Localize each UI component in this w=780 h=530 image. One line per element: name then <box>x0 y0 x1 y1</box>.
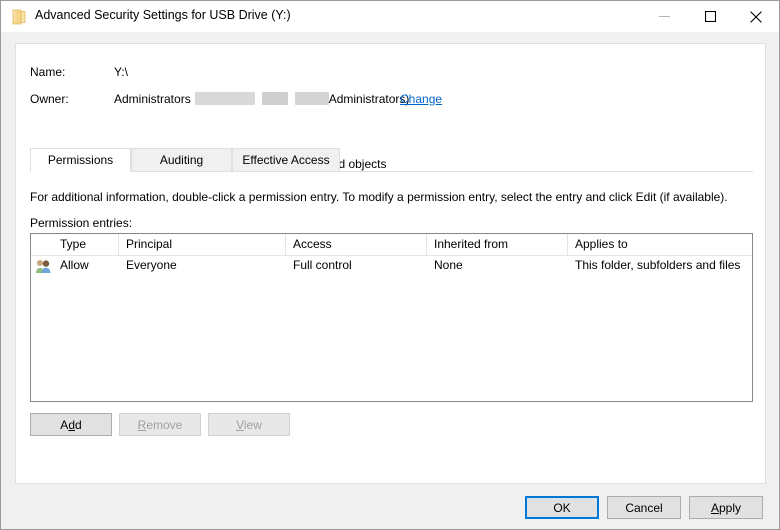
cancel-button[interactable]: Cancel <box>607 496 681 519</box>
cell-applies-to: This folder, subfolders and files <box>568 255 752 277</box>
tab-strip: Permissions Auditing Effective Access <box>30 148 753 172</box>
owner-value: Administrators Administrators) <box>114 92 409 106</box>
cell-inherited-from: None <box>427 255 568 277</box>
title-bar: Advanced Security Settings for USB Drive… <box>1 1 779 33</box>
cell-type: Allow <box>53 255 119 277</box>
info-text: For additional information, double-click… <box>30 190 728 204</box>
apply-button[interactable]: Apply <box>689 496 763 519</box>
close-icon <box>750 11 762 23</box>
tab-permissions-label: Permissions <box>48 153 113 167</box>
permission-entries-list[interactable]: Type Principal Access Inherited from App… <box>30 233 753 402</box>
table-header-row: Type Principal Access Inherited from App… <box>31 234 752 256</box>
permission-entries-label: Permission entries: <box>30 216 132 230</box>
column-header-access[interactable]: Access <box>286 234 427 255</box>
folder-icon <box>12 9 26 25</box>
tab-effective-access-label: Effective Access <box>242 153 329 167</box>
redacted-block <box>262 92 288 105</box>
column-header-type[interactable]: Type <box>53 234 119 255</box>
ok-button[interactable]: OK <box>525 496 599 519</box>
cell-principal: Everyone <box>119 255 286 277</box>
change-owner-link[interactable]: Change <box>400 92 442 106</box>
window-title: Advanced Security Settings for USB Drive… <box>35 8 291 22</box>
tab-auditing[interactable]: Auditing <box>131 148 232 172</box>
advanced-security-settings-dialog: Advanced Security Settings for USB Drive… <box>0 0 780 530</box>
owner-prefix: Administrators <box>114 92 191 106</box>
column-header-inherited-from[interactable]: Inherited from <box>427 234 568 255</box>
dialog-content-panel: Name: Y:\ Owner: AdministratorsAdministr… <box>15 43 766 484</box>
owner-suffix: Administrators) <box>329 92 410 106</box>
tab-permissions[interactable]: Permissions <box>30 148 131 172</box>
owner-label: Owner: <box>30 92 69 106</box>
table-row[interactable]: Allow Everyone Full control None This fo… <box>31 255 752 277</box>
users-group-icon <box>35 258 52 274</box>
dialog-button-bar: OK Cancel Apply <box>1 485 779 529</box>
column-header-applies-to[interactable]: Applies to <box>568 234 752 255</box>
redacted-block <box>295 92 329 105</box>
tab-effective-access[interactable]: Effective Access <box>232 148 340 172</box>
redacted-block <box>195 92 255 105</box>
remove-button: Remove <box>119 413 201 436</box>
view-button: View <box>208 413 290 436</box>
maximize-icon <box>705 11 716 22</box>
name-value: Y:\ <box>114 65 128 79</box>
tab-underline <box>30 171 753 172</box>
column-header-principal[interactable]: Principal <box>119 234 286 255</box>
minimize-icon <box>659 11 670 22</box>
tab-auditing-label: Auditing <box>160 153 203 167</box>
add-button[interactable]: Add <box>30 413 112 436</box>
name-label: Name: <box>30 65 65 79</box>
maximize-button[interactable] <box>687 1 733 32</box>
close-button[interactable] <box>733 1 779 32</box>
minimize-button[interactable] <box>641 1 687 32</box>
cell-access: Full control <box>286 255 427 277</box>
